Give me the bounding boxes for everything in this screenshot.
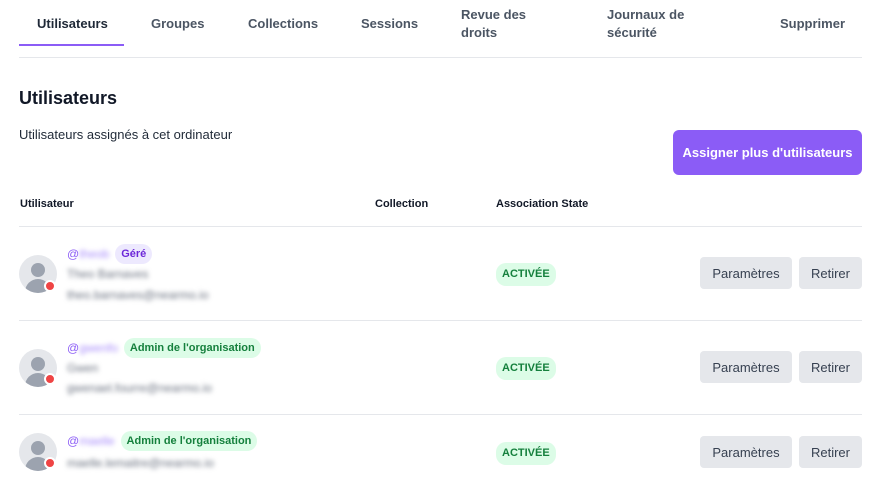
status-dot-icon — [44, 280, 56, 292]
settings-button[interactable]: Paramètres — [700, 257, 792, 289]
role-badge: Admin de l'organisation — [123, 338, 261, 358]
status-dot-icon — [44, 373, 56, 385]
user-handle-line: @gwenfo Admin de l'organisation — [67, 338, 261, 358]
tab-supprimer[interactable]: Supprimer — [780, 0, 845, 47]
column-header-user: Utilisateur — [20, 198, 74, 210]
user-name: Theo Barnaves — [67, 267, 149, 281]
user-handle-line: @theob Géré — [67, 244, 153, 264]
column-header-collection: Collection — [375, 198, 429, 210]
assign-users-button[interactable]: Assigner plus d'utilisateurs — [673, 130, 862, 175]
table-row: @maelle Admin de l'organisation maelle.l… — [19, 415, 862, 489]
table-row: @gwenfo Admin de l'organisation Gwen gwe… — [19, 321, 862, 415]
remove-button[interactable]: Retirer — [799, 351, 862, 383]
status-dot-icon — [44, 457, 56, 469]
user-handle[interactable]: @gwenfo — [67, 341, 118, 355]
page-title: Utilisateurs — [19, 88, 118, 108]
remove-button[interactable]: Retirer — [799, 257, 862, 289]
user-email: gwenael.fourre@nearmo.io — [67, 381, 212, 395]
tab-revue-des-droits[interactable]: Revue des droits — [461, 0, 551, 47]
role-badge: Admin de l'organisation — [120, 431, 258, 451]
role-badge: Géré — [115, 244, 153, 264]
user-name: Gwen — [67, 361, 99, 375]
user-handle[interactable]: @maelle — [67, 434, 115, 448]
association-state-badge: ACTIVÉE — [496, 357, 556, 380]
tab-groupes[interactable]: Groupes — [151, 0, 204, 47]
remove-button[interactable]: Retirer — [799, 436, 862, 468]
tab-journaux-de-securite[interactable]: Journaux de sécurité — [607, 0, 702, 47]
user-email: maelle.lemaitre@nearmo.io — [67, 456, 214, 470]
settings-button[interactable]: Paramètres — [700, 436, 792, 468]
association-state-badge: ACTIVÉE — [496, 442, 556, 465]
user-handle[interactable]: @theob — [67, 247, 109, 261]
column-header-state: Association State — [496, 198, 589, 210]
tab-bar: Utilisateurs Groupes Collections Session… — [19, 0, 862, 58]
settings-button[interactable]: Paramètres — [700, 351, 792, 383]
association-state-badge: ACTIVÉE — [496, 263, 556, 286]
active-tab-indicator — [19, 44, 124, 46]
tab-collections[interactable]: Collections — [248, 0, 318, 47]
user-email: theo.barnaves@nearmo.io — [67, 288, 209, 302]
table-row: @theob Géré Theo Barnaves theo.barnaves@… — [19, 227, 862, 321]
tab-sessions[interactable]: Sessions — [361, 0, 418, 47]
user-handle-line: @maelle Admin de l'organisation — [67, 431, 258, 451]
page-subtitle: Utilisateurs assignés à cet ordinateur — [19, 127, 233, 142]
tab-utilisateurs[interactable]: Utilisateurs — [37, 0, 108, 47]
